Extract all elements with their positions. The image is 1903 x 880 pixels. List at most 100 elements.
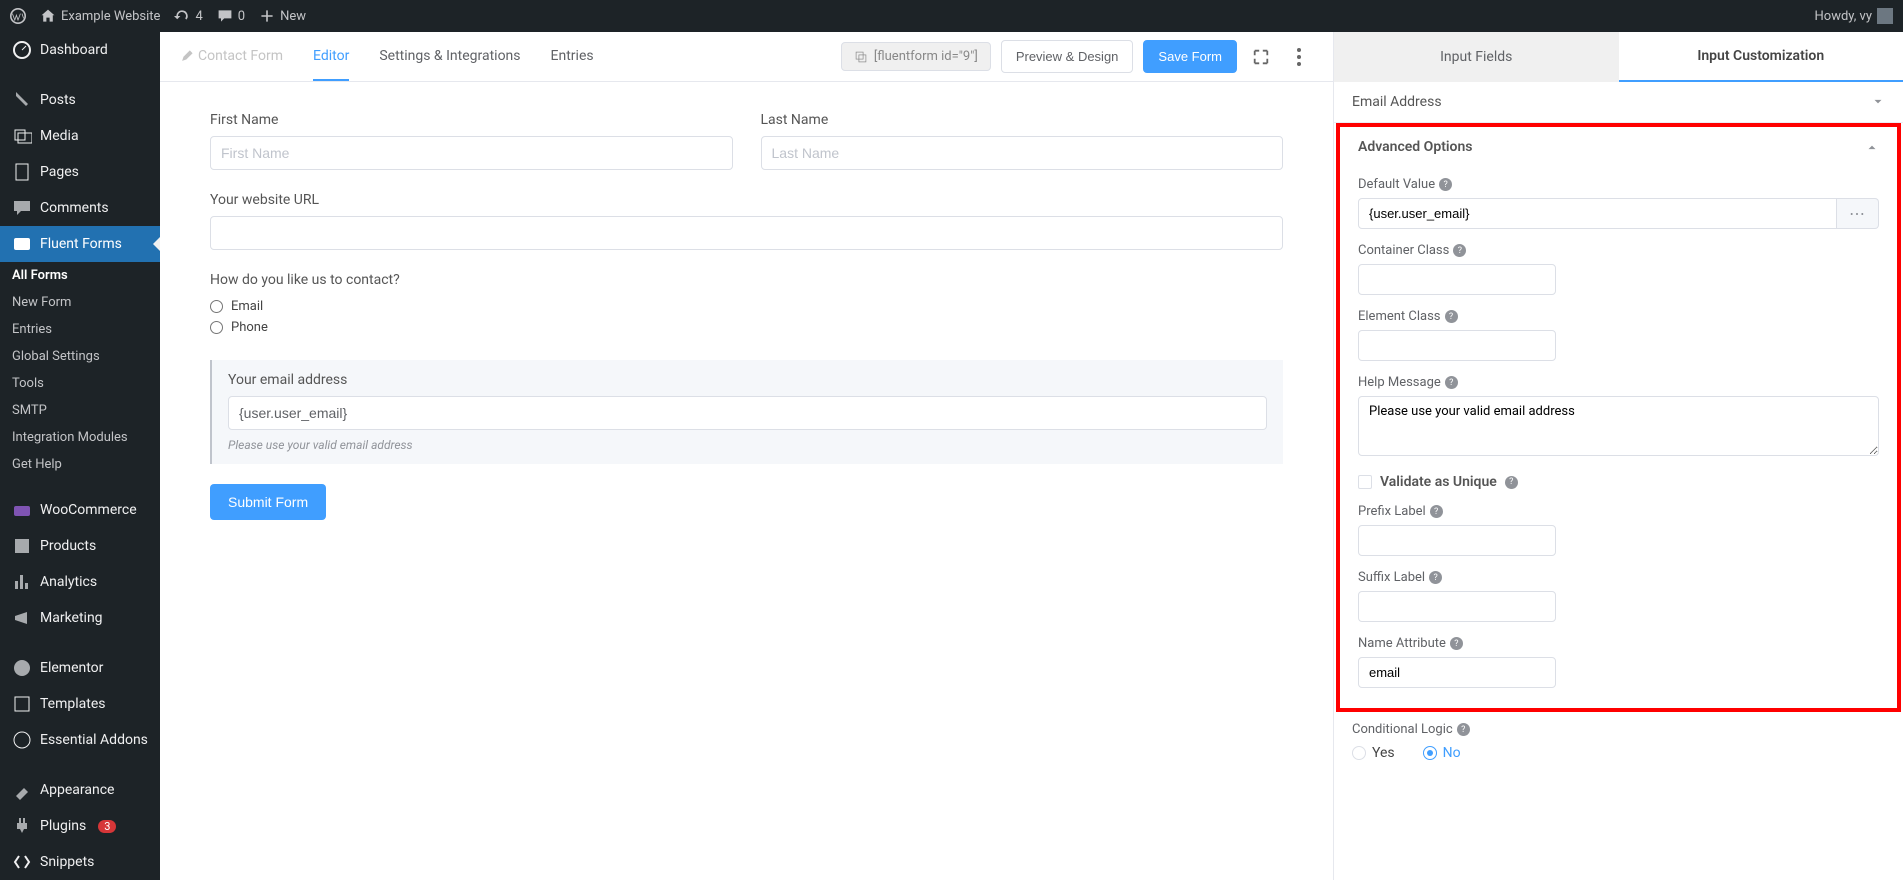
radio-email-label: Email bbox=[231, 299, 263, 314]
validate-unique-label: Validate as Unique bbox=[1380, 474, 1497, 490]
sidebar-plugins[interactable]: Plugins3 bbox=[0, 808, 160, 844]
sidebar-templates[interactable]: Templates bbox=[0, 686, 160, 722]
sub-new-form[interactable]: New Form bbox=[0, 289, 160, 316]
updates[interactable]: 4 bbox=[174, 8, 202, 24]
tab-contact-form[interactable]: Contact Form bbox=[180, 33, 283, 81]
tab-entries[interactable]: Entries bbox=[551, 33, 594, 81]
avatar bbox=[1877, 8, 1893, 24]
comments-toolbar[interactable]: 0 bbox=[217, 8, 245, 24]
admin-bar: Example Website 4 0 New Howdy, vy bbox=[0, 0, 1903, 32]
updates-count: 4 bbox=[195, 9, 202, 24]
howdy-user[interactable]: Howdy, vy bbox=[1815, 8, 1894, 24]
tab-input-customization[interactable]: Input Customization bbox=[1619, 32, 1903, 82]
sidebar-pages[interactable]: Pages bbox=[0, 154, 160, 190]
info-icon[interactable]: ? bbox=[1457, 723, 1470, 736]
top-tabs: Contact Form Editor Settings & Integrati… bbox=[160, 32, 1333, 82]
email-field-input[interactable] bbox=[228, 396, 1267, 430]
info-icon[interactable]: ? bbox=[1450, 637, 1463, 650]
default-value-label: Default Value bbox=[1358, 177, 1435, 192]
cond-logic-label: Conditional Logic bbox=[1352, 722, 1453, 737]
default-value-input[interactable] bbox=[1358, 198, 1837, 229]
selected-email-field[interactable]: Your email address Please use your valid… bbox=[210, 360, 1283, 464]
radio-phone-label: Phone bbox=[231, 320, 268, 335]
right-panel: Input Fields Input Customization Email A… bbox=[1333, 32, 1903, 880]
preview-design-button[interactable]: Preview & Design bbox=[1001, 40, 1134, 73]
new-content[interactable]: New bbox=[259, 8, 306, 24]
contact-question: How do you like us to contact? bbox=[210, 272, 1283, 288]
name-attr-input[interactable] bbox=[1358, 657, 1556, 688]
sub-global-settings[interactable]: Global Settings bbox=[0, 343, 160, 370]
sidebar-dashboard[interactable]: Dashboard bbox=[0, 32, 160, 68]
wp-logo[interactable] bbox=[10, 8, 26, 24]
prefix-label-input[interactable] bbox=[1358, 525, 1556, 556]
section-email-address[interactable]: Email Address bbox=[1334, 82, 1903, 122]
comments-count: 0 bbox=[238, 9, 245, 24]
shortcode-picker-icon[interactable]: ⋯ bbox=[1837, 198, 1879, 229]
more-icon[interactable] bbox=[1285, 43, 1313, 71]
radio-email[interactable] bbox=[210, 300, 223, 313]
cond-logic-yes[interactable]: Yes bbox=[1352, 745, 1395, 761]
howdy-text: Howdy, vy bbox=[1815, 9, 1873, 24]
suffix-label-input[interactable] bbox=[1358, 591, 1556, 622]
sidebar-elementor[interactable]: Elementor bbox=[0, 650, 160, 686]
tab-editor[interactable]: Editor bbox=[313, 33, 349, 81]
sidebar-posts[interactable]: Posts bbox=[0, 82, 160, 118]
info-icon[interactable]: ? bbox=[1445, 310, 1458, 323]
info-icon[interactable]: ? bbox=[1453, 244, 1466, 257]
help-message-textarea[interactable]: Please use your valid email address bbox=[1358, 396, 1879, 456]
help-message-label: Help Message bbox=[1358, 375, 1441, 390]
sub-integration-modules[interactable]: Integration Modules bbox=[0, 424, 160, 451]
section-advanced-options[interactable]: Advanced Options bbox=[1340, 127, 1897, 167]
cond-logic-no[interactable]: No bbox=[1423, 745, 1461, 761]
email-field-label: Your email address bbox=[228, 372, 1267, 388]
tab-input-fields[interactable]: Input Fields bbox=[1334, 32, 1619, 82]
admin-sidebar: Dashboard Posts Media Pages Comments Flu… bbox=[0, 32, 160, 880]
fullscreen-icon[interactable] bbox=[1247, 43, 1275, 71]
name-attr-label: Name Attribute bbox=[1358, 636, 1446, 651]
plugins-badge: 3 bbox=[98, 820, 116, 833]
sub-entries[interactable]: Entries bbox=[0, 316, 160, 343]
suffix-label-label: Suffix Label bbox=[1358, 570, 1425, 585]
shortcode-display[interactable]: [fluentform id="9"] bbox=[841, 42, 991, 71]
sidebar-products[interactable]: Products bbox=[0, 528, 160, 564]
first-name-input[interactable] bbox=[210, 136, 733, 170]
info-icon[interactable]: ? bbox=[1439, 178, 1452, 191]
element-class-label: Element Class bbox=[1358, 309, 1441, 324]
sub-smtp[interactable]: SMTP bbox=[0, 397, 160, 424]
sidebar-analytics[interactable]: Analytics bbox=[0, 564, 160, 600]
site-name-text: Example Website bbox=[61, 9, 160, 24]
email-help-text: Please use your valid email address bbox=[228, 438, 1267, 452]
container-class-input[interactable] bbox=[1358, 264, 1556, 295]
url-label: Your website URL bbox=[210, 192, 1283, 208]
element-class-input[interactable] bbox=[1358, 330, 1556, 361]
chevron-down-icon bbox=[1871, 95, 1885, 109]
info-icon[interactable]: ? bbox=[1430, 505, 1443, 518]
sidebar-marketing[interactable]: Marketing bbox=[0, 600, 160, 636]
info-icon[interactable]: ? bbox=[1445, 376, 1458, 389]
sidebar-fluent-forms[interactable]: Fluent Forms bbox=[0, 226, 160, 262]
tab-settings[interactable]: Settings & Integrations bbox=[379, 33, 520, 81]
info-icon[interactable]: ? bbox=[1429, 571, 1442, 584]
prefix-label-label: Prefix Label bbox=[1358, 504, 1426, 519]
sidebar-media[interactable]: Media bbox=[0, 118, 160, 154]
last-name-label: Last Name bbox=[761, 112, 1284, 128]
info-icon[interactable]: ? bbox=[1505, 476, 1518, 489]
validate-unique-checkbox[interactable] bbox=[1358, 475, 1372, 489]
sidebar-appearance[interactable]: Appearance bbox=[0, 772, 160, 808]
save-form-button[interactable]: Save Form bbox=[1143, 40, 1237, 73]
sidebar-woocommerce[interactable]: WooCommerce bbox=[0, 492, 160, 528]
sidebar-comments[interactable]: Comments bbox=[0, 190, 160, 226]
url-input[interactable] bbox=[210, 216, 1283, 250]
sub-tools[interactable]: Tools bbox=[0, 370, 160, 397]
container-class-label: Container Class bbox=[1358, 243, 1449, 258]
sub-all-forms[interactable]: All Forms bbox=[0, 262, 160, 289]
last-name-input[interactable] bbox=[761, 136, 1284, 170]
radio-phone[interactable] bbox=[210, 321, 223, 334]
chevron-up-icon bbox=[1865, 140, 1879, 154]
sidebar-snippets[interactable]: Snippets bbox=[0, 844, 160, 880]
sub-get-help[interactable]: Get Help bbox=[0, 451, 160, 478]
sidebar-essential-addons[interactable]: Essential Addons bbox=[0, 722, 160, 758]
site-name[interactable]: Example Website bbox=[40, 8, 160, 24]
first-name-label: First Name bbox=[210, 112, 733, 128]
submit-button[interactable]: Submit Form bbox=[210, 484, 326, 520]
